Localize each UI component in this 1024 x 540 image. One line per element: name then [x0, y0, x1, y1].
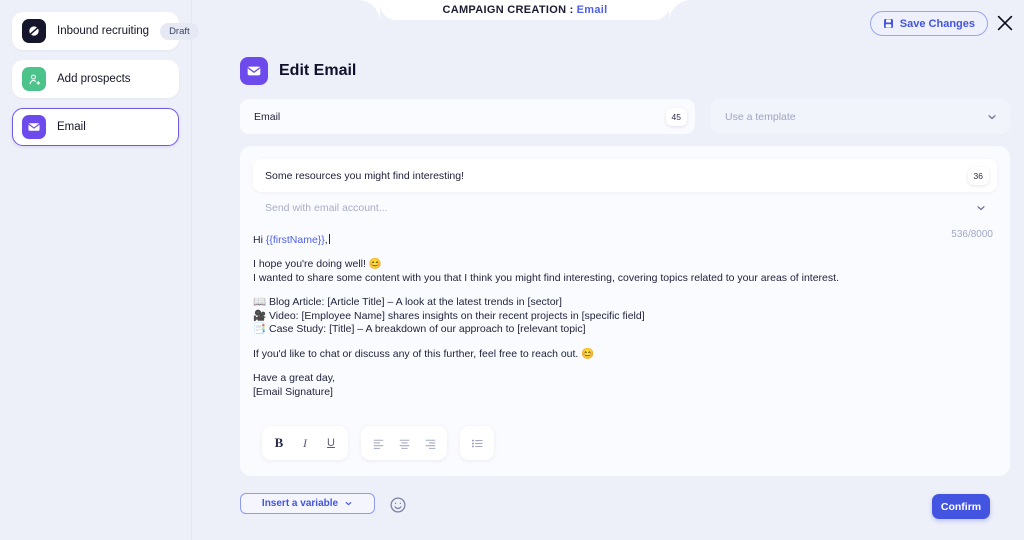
body-line-signature: [Email Signature]: [253, 385, 333, 398]
page-header: Edit Email: [240, 57, 356, 85]
align-right-button[interactable]: [419, 432, 441, 454]
body-line-intro: I wanted to share some content with you …: [253, 271, 839, 284]
add-person-icon: [22, 67, 46, 91]
email-account-select[interactable]: Send with email account...: [253, 196, 997, 220]
bullet-list-button[interactable]: [466, 432, 488, 454]
top-fields-row: Email 45 Use a template: [240, 99, 1010, 134]
align-center-icon: [399, 439, 409, 449]
body-line-hope: I hope you're doing well! 😊: [253, 258, 382, 271]
insert-variable-button[interactable]: Insert a variable: [240, 493, 375, 514]
smiley-icon[interactable]: [389, 496, 407, 514]
body-bullet-1: 📖 Blog Article: [Article Title] – A look…: [253, 296, 562, 309]
subject-counter: 36: [967, 166, 989, 185]
align-center-button[interactable]: [393, 432, 415, 454]
campaign-glyph: [28, 26, 40, 36]
body-greeting-variable: {{firstName}}: [265, 234, 325, 246]
text-caret: [328, 234, 330, 244]
body-bullet-2: 🎥 Video: [Employee Name] shares insights…: [253, 309, 645, 322]
app-root: CAMPAIGN CREATION : Email Save Changes In…: [0, 0, 1024, 540]
sidebar-item-label: Email: [57, 121, 86, 133]
sidebar-item-inbound-recruiting[interactable]: Inbound recruiting Draft: [12, 12, 199, 50]
email-name-field[interactable]: Email 45: [240, 99, 695, 134]
underline-button[interactable]: U: [320, 432, 342, 454]
list-group: [460, 426, 494, 460]
text-style-group: B I U: [262, 426, 348, 460]
chevron-down-icon: [988, 114, 996, 119]
add-person-glyph: [29, 74, 40, 85]
email-account-placeholder: Send with email account...: [265, 202, 388, 214]
envelope-glyph: [28, 123, 40, 131]
align-left-icon: [373, 439, 383, 449]
envelope-glyph: [247, 66, 261, 76]
sidebar-item-add-prospects[interactable]: Add prospects: [12, 60, 179, 98]
sidebar-item-label: Add prospects: [57, 73, 131, 85]
body-line-signoff: Have a great day,: [253, 372, 336, 385]
subject-input[interactable]: Some resources you might find interestin…: [253, 159, 997, 192]
sidebar-item-label: Inbound recruiting: [57, 25, 150, 37]
italic-button[interactable]: I: [294, 432, 316, 454]
sidebar: Inbound recruiting Draft Add prospects E…: [0, 0, 199, 540]
envelope-icon: [240, 57, 268, 85]
bullet-list-icon: [471, 439, 483, 447]
chevron-down-icon: [345, 502, 352, 506]
campaign-icon: [22, 19, 46, 43]
bold-button[interactable]: B: [268, 432, 290, 454]
email-name-value: Email: [254, 110, 281, 123]
align-right-icon: [425, 439, 435, 449]
sidebar-item-email[interactable]: Email: [12, 108, 179, 146]
alignment-group: [361, 426, 447, 460]
email-body-editor[interactable]: Hi {{firstName}}, I hope you're doing we…: [253, 234, 993, 399]
align-left-button[interactable]: [367, 432, 389, 454]
template-select-placeholder: Use a template: [725, 110, 796, 123]
email-editor-card: Some resources you might find interestin…: [240, 146, 1010, 476]
confirm-button[interactable]: Confirm: [932, 494, 990, 519]
page-title: Edit Email: [279, 62, 357, 79]
body-greeting: Hi {{firstName}},: [253, 234, 993, 247]
body-greeting-suffix: ,: [324, 234, 328, 246]
formatting-toolbar: B I U: [262, 426, 494, 460]
body-greeting-prefix: Hi: [253, 234, 266, 246]
template-select[interactable]: Use a template: [711, 99, 1010, 134]
email-name-counter: 45: [665, 107, 687, 126]
main-panel: Edit Email Email 45 Use a template Some …: [193, 0, 1024, 540]
envelope-icon: [22, 115, 46, 139]
chevron-down-icon: [977, 206, 985, 211]
body-line-cta: If you'd like to chat or discuss any of …: [253, 347, 595, 360]
body-bullet-3: 📑 Case Study: [Title] – A breakdown of o…: [253, 323, 586, 336]
insert-variable-label: Insert a variable: [261, 498, 339, 509]
subject-value: Some resources you might find interestin…: [265, 169, 465, 182]
